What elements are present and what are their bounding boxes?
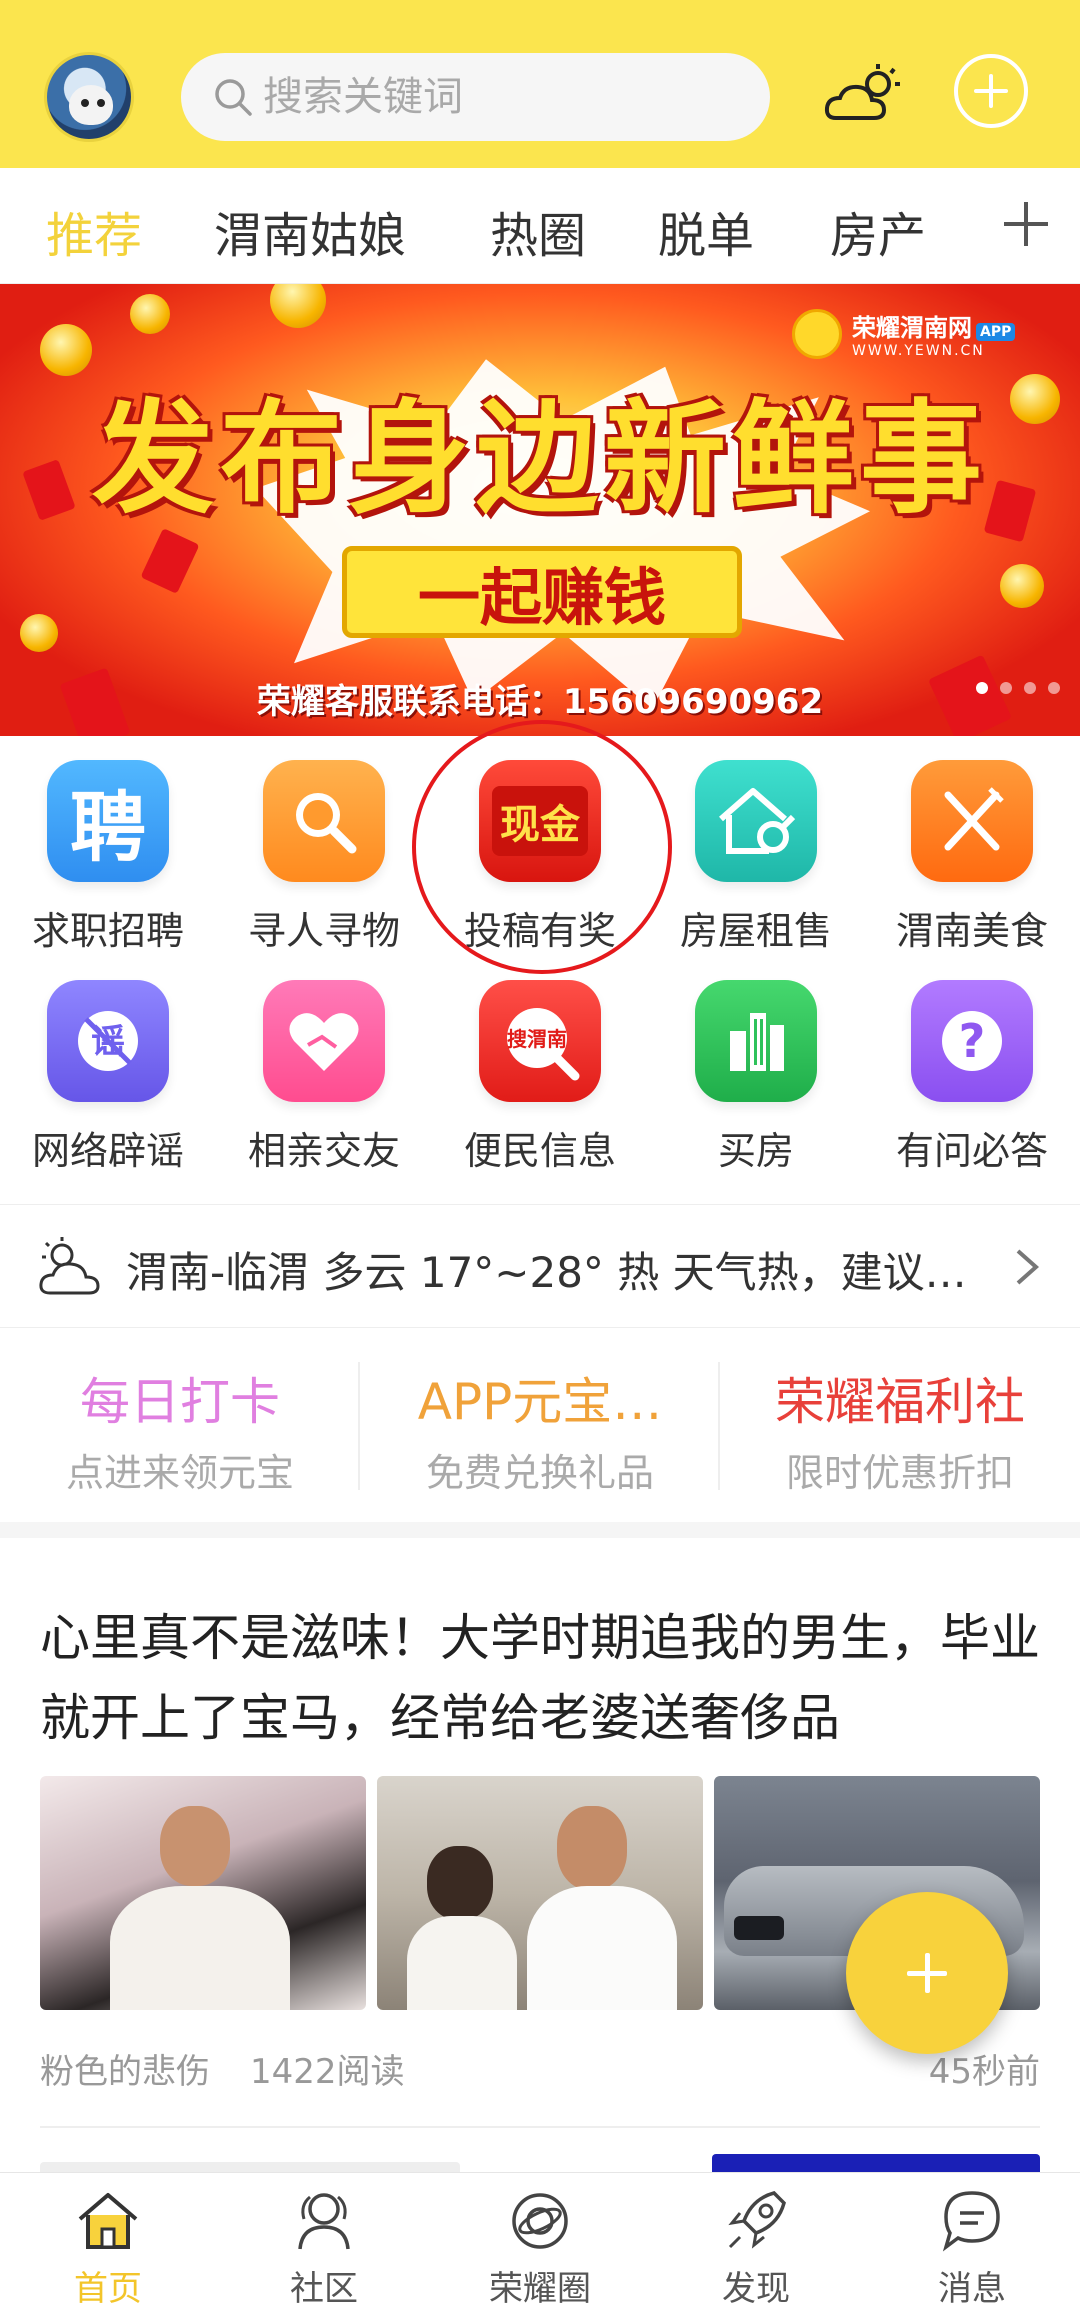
banner-logo-name: 荣耀渭南网 <box>852 314 972 342</box>
rocket-icon <box>728 2191 786 2249</box>
category-tabs: 推荐 渭南姑娘 热圈 脱单 房产 <box>0 168 1080 284</box>
buildings-icon <box>695 980 817 1102</box>
search-input[interactable] <box>263 53 743 141</box>
rumor-icon: 谣 <box>47 980 169 1102</box>
article-reads: 1422阅读 <box>250 2052 405 2092</box>
fork-knife-icon <box>911 760 1033 882</box>
promo-welfare[interactable]: 荣耀福利社 限时优惠折扣 <box>720 1340 1080 1520</box>
nav-label: 荣耀圈 <box>489 2269 591 2308</box>
tab-weinan-girls[interactable]: 渭南姑娘 <box>214 196 406 266</box>
community-icon <box>298 2193 350 2250</box>
grid-item-weinan-food[interactable]: 渭南美食 <box>864 760 1080 970</box>
heart-handshake-icon <box>263 980 385 1102</box>
grid-label: 房屋租售 <box>679 909 832 953</box>
planet-icon <box>512 2193 568 2249</box>
svg-text:?: ? <box>959 1014 986 1068</box>
nav-discover[interactable]: 发现 <box>648 2173 864 2308</box>
search-bar[interactable] <box>181 53 770 141</box>
home-icon <box>78 2193 138 2249</box>
article-author[interactable]: 粉色的悲伤 <box>40 2052 210 2092</box>
promo-app-coins[interactable]: APP元宝… 免费兑换礼品 <box>360 1340 720 1520</box>
grid-label: 渭南美食 <box>895 909 1048 953</box>
tab-recommend[interactable]: 推荐 <box>46 196 142 266</box>
top-header <box>0 0 1080 168</box>
search-icon <box>215 79 252 116</box>
banner-phone: 荣耀客服联系电话：15609690962 <box>256 682 824 722</box>
weather-cloud-sun-icon[interactable] <box>822 60 906 130</box>
tab-dating[interactable]: 脱单 <box>658 196 754 266</box>
search-weinan-icon: 搜渭南 <box>479 980 601 1102</box>
banner-logo-url: WWW.YEWN.CN <box>852 343 985 359</box>
article-photo-2 <box>377 1776 703 2010</box>
nav-label: 消息 <box>938 2269 1006 2308</box>
grid-item-rumor-refute[interactable]: 谣 网络辟谣 <box>0 980 216 1190</box>
divider <box>718 1362 720 1490</box>
grid-item-housing-rental[interactable]: 房屋租售 <box>648 760 864 970</box>
grid-item-dating[interactable]: 相亲交友 <box>216 980 432 1190</box>
grid-item-buy-house[interactable]: 买房 <box>648 980 864 1190</box>
promo-title: 荣耀福利社 <box>775 1373 1025 1431</box>
promo-row: 每日打卡 点进来领元宝 APP元宝… 免费兑换礼品 荣耀福利社 限时优惠折扣 <box>0 1340 1080 1520</box>
promo-title: APP元宝… <box>417 1373 663 1431</box>
nav-label: 首页 <box>74 2269 142 2308</box>
banner-logo-badge: APP <box>976 323 1016 341</box>
grid-item-recruit[interactable]: 聘 求职招聘 <box>0 760 216 970</box>
add-tab-icon[interactable] <box>1002 200 1050 248</box>
banner-logo: 荣耀渭南网 APP WWW.YEWN.CN <box>792 308 1016 359</box>
tab-hot-circle[interactable]: 热圈 <box>490 196 586 266</box>
article-title[interactable]: 心里真不是滋味！大学时期追我的男生，毕业就开上了宝马，经常给老婆送奢侈品 <box>40 1598 1050 1758</box>
svg-text:搜渭南: 搜渭南 <box>507 1027 567 1051</box>
house-key-icon <box>695 760 817 882</box>
tab-real-estate[interactable]: 房产 <box>830 196 926 266</box>
cloud-sun-icon <box>39 1237 100 1295</box>
promo-subtitle: 限时优惠折扣 <box>785 1451 1014 1495</box>
grid-item-lost-found[interactable]: 寻人寻物 <box>216 760 432 970</box>
nav-home[interactable]: 首页 <box>0 2173 216 2308</box>
floating-add-button[interactable] <box>846 1892 1008 2054</box>
weather-row[interactable]: 渭南-临渭 多云 17°~28° 热 天气热，建议… <box>0 1204 1080 1328</box>
article-meta: 粉色的悲伤 1422阅读 <box>40 2044 405 2093</box>
grid-label: 寻人寻物 <box>247 909 400 953</box>
promo-daily-checkin[interactable]: 每日打卡 点进来领元宝 <box>0 1340 360 1520</box>
chevron-right-icon <box>1016 1249 1040 1285</box>
divider <box>40 2126 1040 2128</box>
promo-title: 每日打卡 <box>80 1373 280 1431</box>
message-icon <box>942 2191 1000 2252</box>
promo-subtitle: 点进来领元宝 <box>65 1451 294 1495</box>
question-icon: ? <box>911 980 1033 1102</box>
promo-subtitle: 免费兑换礼品 <box>425 1451 654 1495</box>
carousel-dots <box>976 682 1060 694</box>
grid-label: 网络辟谣 <box>31 1129 184 1173</box>
grid-label: 求职招聘 <box>31 909 184 953</box>
banner-cta[interactable]: 一起赚钱 <box>342 546 742 638</box>
recruit-icon: 聘 <box>47 760 169 882</box>
user-avatar[interactable] <box>44 52 134 142</box>
add-button[interactable] <box>954 54 1028 128</box>
grid-item-convenience-info[interactable]: 搜渭南 便民信息 <box>432 980 648 1190</box>
promo-banner[interactable]: 荣耀渭南网 APP WWW.YEWN.CN 发布身边新鲜事 一起赚钱 荣耀客服联系… <box>0 284 1080 736</box>
smiley-icon <box>792 308 842 359</box>
weather-text: 渭南-临渭 多云 17°~28° 热 天气热，建议… <box>126 1248 967 1297</box>
grid-label: 相亲交友 <box>247 1129 400 1173</box>
bottom-navigation: 首页 社区 荣耀圈 发现 消息 <box>0 2172 1080 2308</box>
grid-label: 便民信息 <box>463 1129 616 1173</box>
banner-title: 发布身边新鲜事 <box>92 388 988 530</box>
article-photo-1 <box>40 1776 366 2010</box>
section-gap <box>0 1522 1080 1538</box>
grid-label: 买房 <box>717 1129 794 1173</box>
magnifier-icon <box>263 760 385 882</box>
nav-messages[interactable]: 消息 <box>864 2173 1080 2308</box>
nav-label: 社区 <box>290 2269 358 2308</box>
grid-item-qa[interactable]: ? 有问必答 <box>864 980 1080 1190</box>
divider <box>358 1362 360 1490</box>
nav-honor-circle[interactable]: 荣耀圈 <box>432 2173 648 2308</box>
grid-label: 有问必答 <box>895 1129 1048 1173</box>
nav-label: 发现 <box>722 2269 790 2308</box>
red-circle-annotation <box>412 720 672 974</box>
nav-community[interactable]: 社区 <box>216 2173 432 2308</box>
